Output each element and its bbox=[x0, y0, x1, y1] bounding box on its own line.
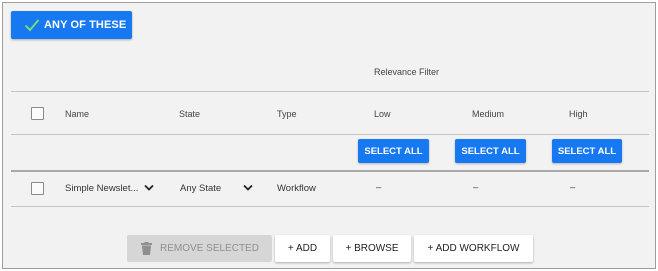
add-workflow-button[interactable]: + ADD WORKFLOW bbox=[414, 235, 533, 262]
row-low: – bbox=[376, 182, 382, 193]
column-header-name: Name bbox=[65, 109, 90, 119]
select-all-high-button[interactable]: SELECT ALL bbox=[552, 139, 622, 163]
divider bbox=[11, 206, 649, 207]
add-workflow-label: + ADD WORKFLOW bbox=[427, 243, 520, 254]
row-name: Simple Newslet... bbox=[65, 183, 139, 194]
select-all-medium-label: SELECT ALL bbox=[461, 145, 520, 157]
filter-panel: ANY OF THESE Relevance Filter Name State… bbox=[2, 2, 656, 269]
row-high: – bbox=[570, 182, 576, 193]
remove-selected-label: REMOVE SELECTED bbox=[160, 243, 259, 254]
divider bbox=[11, 134, 649, 135]
row-medium: – bbox=[473, 182, 479, 193]
row-checkbox[interactable] bbox=[31, 182, 44, 195]
divider bbox=[11, 170, 649, 172]
select-all-high-label: SELECT ALL bbox=[557, 145, 617, 157]
select-all-medium-button[interactable]: SELECT ALL bbox=[455, 139, 526, 163]
column-header-medium: Medium bbox=[472, 109, 505, 119]
remove-selected-button[interactable]: REMOVE SELECTED bbox=[127, 235, 272, 262]
relevance-filter-label: Relevance Filter bbox=[374, 67, 440, 77]
row-state: Any State bbox=[180, 183, 222, 194]
chevron-down-icon[interactable] bbox=[243, 184, 253, 192]
select-all-low-label: SELECT ALL bbox=[364, 145, 423, 157]
column-header-type: Type bbox=[277, 109, 297, 119]
chevron-down-icon[interactable] bbox=[144, 184, 154, 192]
divider bbox=[11, 91, 649, 92]
add-button[interactable]: + ADD bbox=[275, 235, 330, 262]
browse-label: + BROWSE bbox=[345, 243, 399, 254]
column-header-high: High bbox=[569, 109, 588, 119]
select-all-checkbox[interactable] bbox=[31, 107, 44, 120]
row-type: Workflow bbox=[277, 183, 316, 194]
column-header-state: State bbox=[179, 109, 201, 119]
select-all-low-button[interactable]: SELECT ALL bbox=[358, 139, 429, 163]
column-header-low: Low bbox=[374, 109, 391, 119]
check-icon bbox=[24, 19, 40, 32]
add-label: + ADD bbox=[287, 243, 318, 254]
any-of-these-button[interactable]: ANY OF THESE bbox=[11, 11, 132, 39]
browse-button[interactable]: + BROWSE bbox=[333, 235, 411, 262]
any-of-these-label: ANY OF THESE bbox=[44, 19, 127, 31]
trash-icon bbox=[141, 242, 152, 255]
